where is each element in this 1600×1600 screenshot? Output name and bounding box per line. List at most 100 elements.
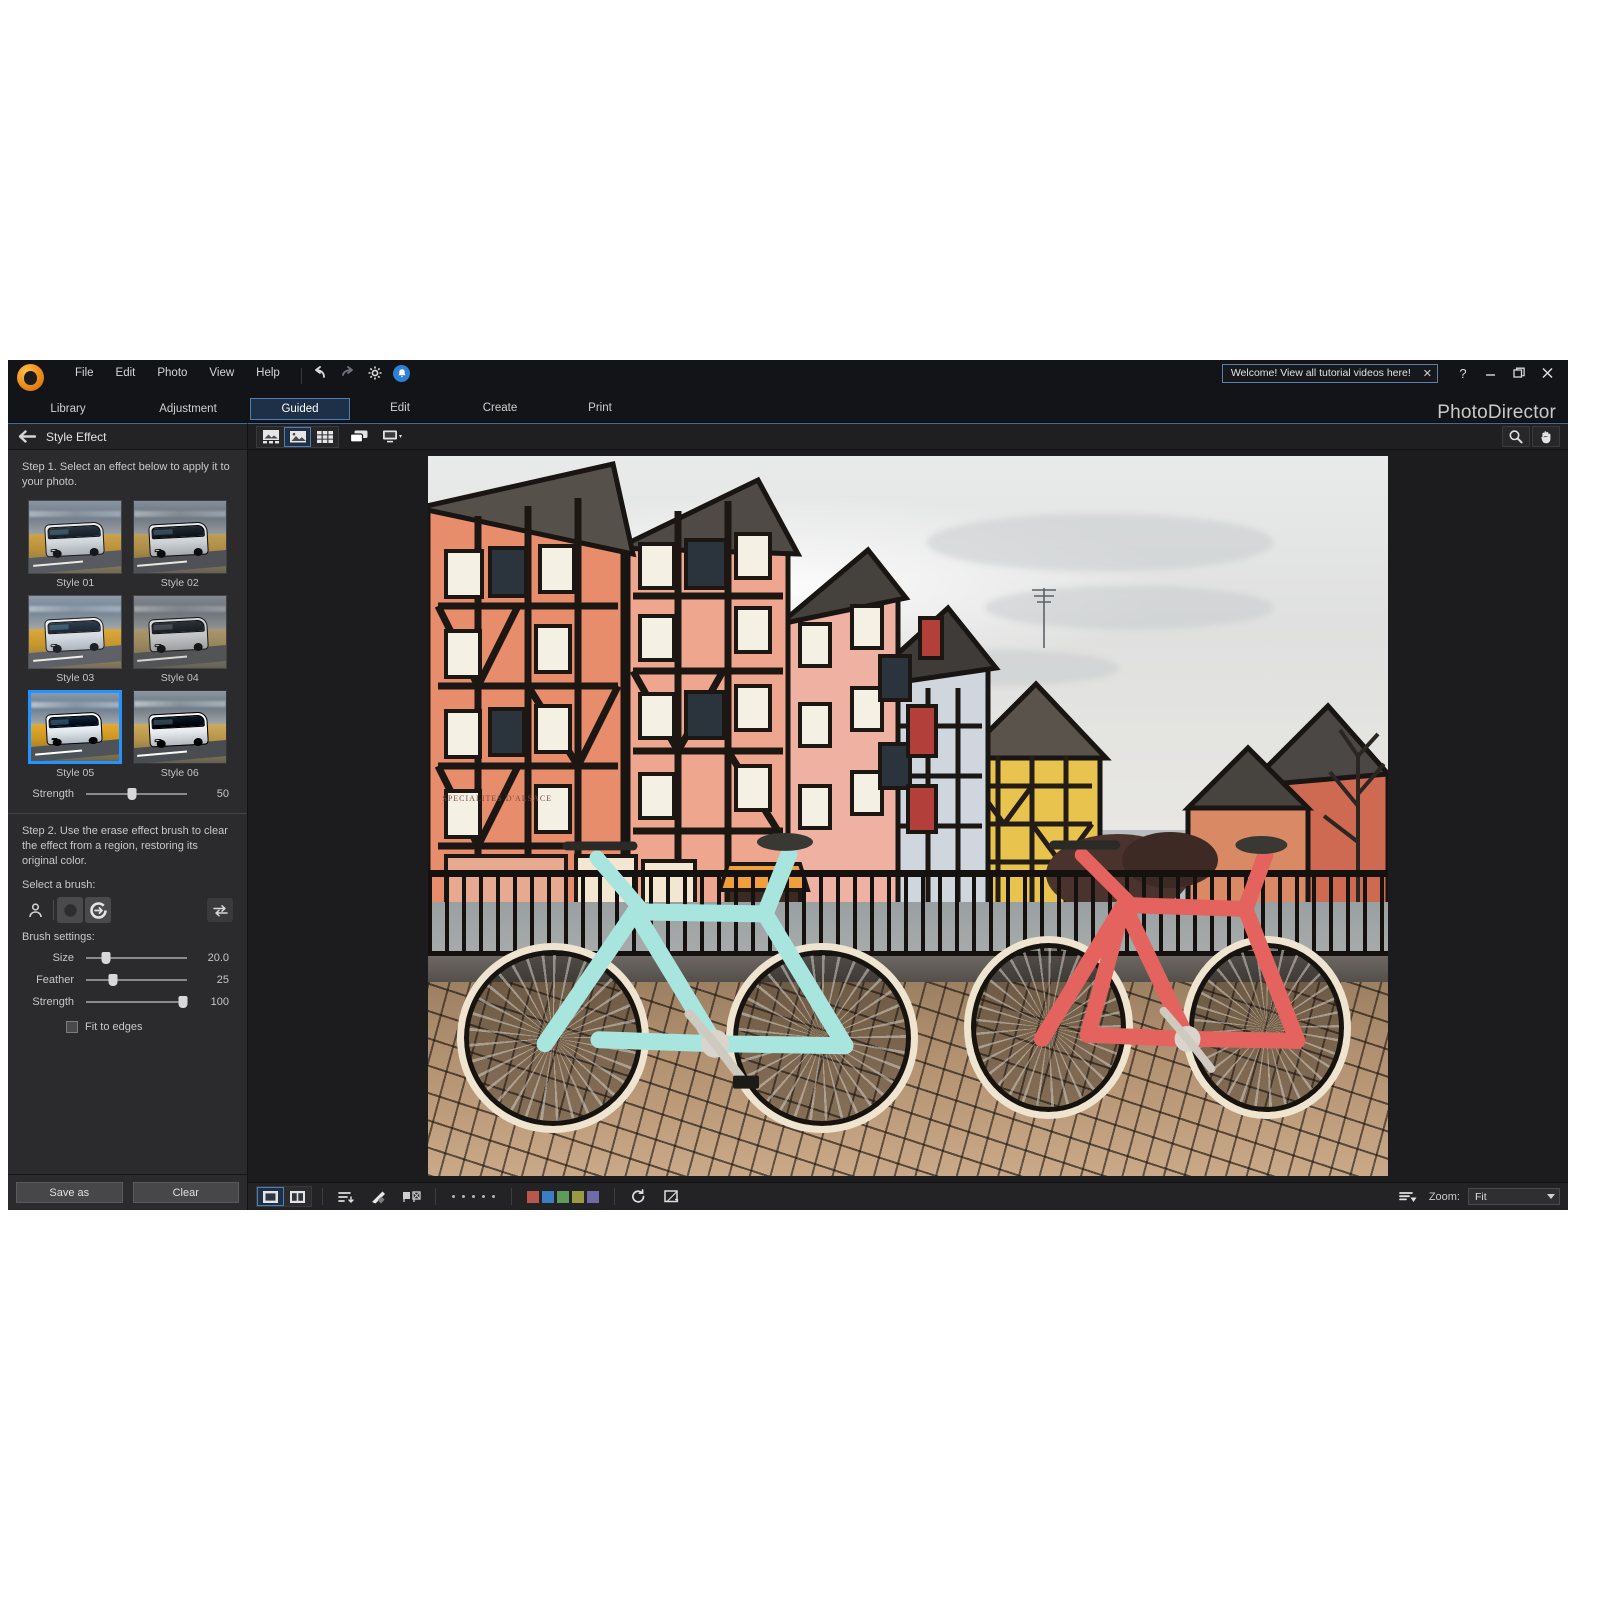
flag-rating-icon[interactable] [399,1187,425,1207]
photo-view-icon[interactable] [284,426,311,447]
rating-dot[interactable] [492,1195,495,1198]
slider-knob[interactable] [178,996,188,1008]
effect-strength-label: Strength [32,788,74,800]
color-label-green[interactable] [557,1190,569,1203]
fit-to-edges-checkbox[interactable] [66,1021,78,1033]
brush-divider [53,900,54,920]
style-option-6[interactable]: Style 06 [132,690,228,781]
slider-knob[interactable] [101,952,111,964]
crop-icon[interactable] [658,1187,684,1207]
zoom-select[interactable]: Fit [1468,1188,1560,1205]
brush-size-row: Size 20.0 [8,947,247,969]
chevron-down-icon[interactable] [1547,1194,1555,1199]
viewer-tools-right [1502,426,1560,447]
brush-size-label: Size [52,952,74,964]
close-button[interactable] [1534,362,1560,384]
edited-photo[interactable]: SPECIALITES D'ALSACE [428,456,1388,1176]
erase-effect-brush-icon[interactable] [85,897,111,923]
second-monitor-icon[interactable] [379,427,407,447]
circle-brush-icon[interactable] [57,897,83,923]
style-label: Style 03 [56,672,95,684]
module-tab-guided[interactable]: Guided [250,397,350,420]
single-view-icon[interactable] [257,1187,284,1206]
bottom-right-controls: Zoom: Fit [1395,1187,1560,1207]
module-tab-library[interactable]: Library [8,397,128,421]
brush-size-slider[interactable] [86,952,187,964]
list-options-icon[interactable] [1395,1187,1421,1207]
grid-view-icon[interactable] [311,427,338,447]
rating-dot[interactable] [472,1195,475,1198]
person-brush-icon[interactable] [22,897,48,923]
brush-strength-slider[interactable] [86,996,188,1008]
rotate-icon[interactable] [625,1187,651,1207]
rating-dot[interactable] [452,1195,455,1198]
minimize-button[interactable] [1478,362,1504,384]
rating-dot[interactable] [462,1195,465,1198]
photodirector-window: File Edit Photo View Help Welcome! View … [8,360,1568,1210]
panel-content: Step 1. Select an effect below to apply … [8,450,247,1174]
pencil-edit-icon[interactable] [366,1187,392,1207]
photo-canvas[interactable]: SPECIALITES D'ALSACE [248,450,1568,1182]
help-button[interactable]: ? [1450,362,1476,384]
color-label-purple[interactable] [587,1190,599,1203]
menu-item-photo[interactable]: Photo [146,363,198,383]
style-label: Style 02 [160,577,199,589]
invert-mask-icon[interactable] [207,898,233,922]
viewer-area: SPECIALITES D'ALSACE Zoom: Fit [248,423,1568,1210]
brush-settings-label: Brush settings: [22,931,95,943]
toolbar-divider [614,1188,615,1205]
panel-header: Style Effect [8,424,247,450]
browser-view-icon[interactable] [257,427,284,447]
compare-windows-icon[interactable] [345,427,373,447]
sort-order-icon[interactable] [333,1187,359,1207]
panel-footer: Save as Clear [8,1174,247,1210]
zoom-value: Fit [1475,1190,1487,1203]
window-top-right: Welcome! View all tutorial videos here! … [1221,360,1568,386]
rating-dot[interactable] [482,1195,485,1198]
menu-bar: File Edit Photo View Help [64,360,411,386]
effect-strength-slider[interactable] [86,788,187,800]
module-left-tabs: Library Adjustment [8,397,248,421]
magnifier-icon[interactable] [1502,426,1530,447]
color-label-yellow[interactable] [572,1190,584,1203]
style-option-2[interactable]: Style 02 [132,500,228,591]
color-label-blue[interactable] [542,1190,554,1203]
style-option-3[interactable]: Style 03 [28,595,123,686]
mint-bicycle [447,794,927,1140]
style-label: Style 04 [160,672,199,684]
gear-icon[interactable] [366,364,384,382]
module-tab-adjustment[interactable]: Adjustment [128,397,248,421]
restore-button[interactable] [1506,362,1532,384]
undo-icon[interactable] [312,364,330,382]
save-as-button[interactable]: Save as [16,1182,123,1203]
module-tab-print[interactable]: Print [550,398,650,420]
brush-feather-slider[interactable] [86,974,187,986]
back-arrow-icon[interactable] [18,429,36,444]
view-mode-group [256,425,339,448]
menu-item-edit[interactable]: Edit [105,363,147,383]
color-label-red[interactable] [527,1190,539,1203]
slider-knob[interactable] [108,974,118,986]
style-thumbnail [28,595,123,669]
module-tab-edit[interactable]: Edit [350,398,450,420]
style-thumbnail [132,500,227,574]
slider-knob[interactable] [127,788,137,800]
style-thumbnail [28,690,123,764]
clear-button[interactable]: Clear [132,1182,239,1203]
star-rating-dots[interactable] [446,1195,501,1198]
menu-item-help[interactable]: Help [245,363,291,383]
effect-strength-slider-row: Strength 50 [8,783,247,805]
module-tab-create[interactable]: Create [450,398,550,420]
menu-item-file[interactable]: File [64,363,105,383]
hand-icon[interactable] [1532,426,1560,447]
fit-to-edges-row[interactable]: Fit to edges [8,1013,247,1033]
menu-item-view[interactable]: View [198,363,245,383]
tutorial-banner-close-icon[interactable]: ✕ [1423,367,1432,380]
style-option-5[interactable]: Style 05 [28,690,123,781]
redo-icon[interactable] [339,364,357,382]
style-option-1[interactable]: Style 01 [28,500,123,591]
split-view-icon[interactable] [284,1187,311,1206]
style-option-4[interactable]: Style 04 [132,595,228,686]
notification-icon[interactable] [393,364,411,382]
tutorial-banner[interactable]: Welcome! View all tutorial videos here! … [1221,363,1438,383]
